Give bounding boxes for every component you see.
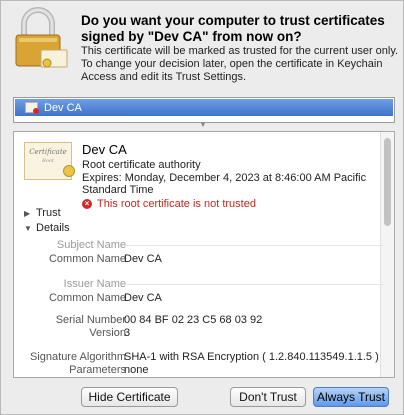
version-label: Version bbox=[89, 327, 126, 339]
subject-common-name-value: Dev CA bbox=[124, 253, 162, 265]
scrollbar[interactable] bbox=[380, 132, 394, 377]
lock-icon bbox=[15, 7, 68, 68]
certificate-icon bbox=[25, 102, 39, 114]
disclosure-right-icon: ▶ bbox=[24, 208, 31, 218]
trust-certificate-dialog: Do you want your computer to trust certi… bbox=[0, 0, 404, 415]
serial-number-value: 00 84 BF 02 23 C5 68 03 92 bbox=[124, 314, 263, 326]
trust-warning-text: This root certificate is not trusted bbox=[97, 198, 256, 210]
details-disclosure[interactable]: ▼ Details bbox=[24, 222, 70, 234]
trust-warning: × This root certificate is not trusted bbox=[82, 198, 256, 210]
always-trust-button[interactable]: Always Trust bbox=[313, 387, 389, 407]
error-x-icon: × bbox=[82, 199, 92, 209]
seal-icon bbox=[63, 165, 75, 177]
trust-disclosure[interactable]: ▶ Trust bbox=[24, 207, 61, 219]
parameters-label: Parameters bbox=[69, 364, 126, 376]
list-item-label: Dev CA bbox=[44, 101, 82, 114]
divider bbox=[124, 245, 384, 246]
hide-certificate-button[interactable]: Hide Certificate bbox=[81, 387, 178, 407]
certificate-type: Root certificate authority bbox=[82, 159, 201, 171]
details-section-label: Details bbox=[36, 222, 70, 234]
signature-algorithm-value: SHA-1 with RSA Encryption ( 1.2.840.1135… bbox=[124, 351, 379, 363]
trust-section-label: Trust bbox=[36, 207, 61, 219]
issuer-common-name-value: Dev CA bbox=[124, 292, 162, 304]
certificate-image: Certificate Root bbox=[24, 142, 75, 180]
scrollbar-thumb[interactable] bbox=[384, 138, 391, 226]
certificate-expiration: Expires: Monday, December 4, 2023 at 8:4… bbox=[82, 172, 367, 196]
subject-name-header: Subject Name bbox=[56, 239, 126, 251]
certificate-image-title: Certificate bbox=[29, 148, 67, 156]
certificate-detail-panel: Certificate Root Dev CA Root certificate… bbox=[13, 131, 395, 378]
issuer-common-name-label: Common Name bbox=[48, 292, 126, 304]
signature-algorithm-label: Signature Algorithm bbox=[30, 351, 126, 363]
dialog-description: This certificate will be marked as trust… bbox=[81, 45, 399, 83]
parameters-value: none bbox=[124, 364, 149, 376]
certificate-name: Dev CA bbox=[82, 142, 127, 157]
disclosure-down-icon: ▼ bbox=[24, 223, 32, 233]
certificate-list[interactable]: Dev CA bbox=[13, 97, 395, 123]
divider bbox=[124, 284, 384, 285]
dialog-title: Do you want your computer to trust certi… bbox=[81, 13, 385, 44]
subject-common-name-label: Common Name bbox=[48, 253, 126, 265]
list-item[interactable]: Dev CA bbox=[15, 99, 393, 116]
certificate-image-subtitle: Root bbox=[42, 158, 54, 164]
splitter-handle[interactable]: ▼ bbox=[199, 122, 207, 129]
serial-number-label: Serial Number bbox=[55, 314, 126, 326]
issuer-name-header: Issuer Name bbox=[63, 278, 126, 290]
version-value: 3 bbox=[124, 327, 131, 339]
dont-trust-button[interactable]: Don't Trust bbox=[230, 387, 306, 407]
